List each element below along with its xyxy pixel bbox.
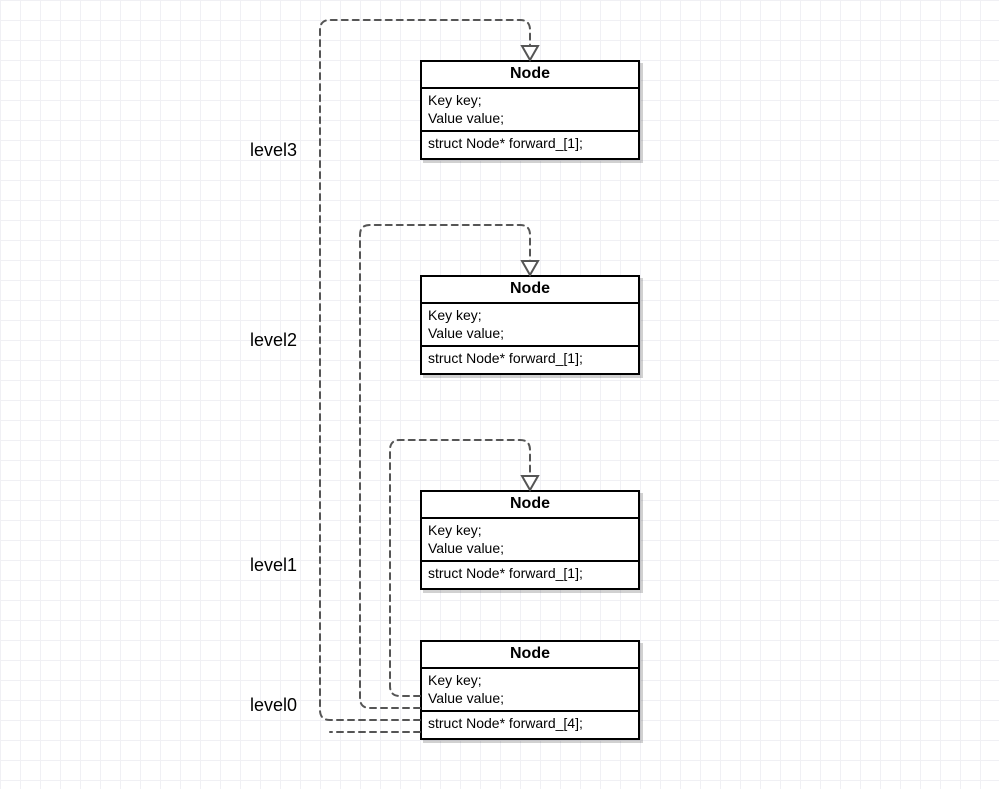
uml-ops: struct Node* forward_[1]; xyxy=(422,562,638,588)
arrowhead-node3 xyxy=(522,46,538,60)
uml-title: Node xyxy=(422,277,638,304)
uml-title: Node xyxy=(422,492,638,519)
uml-title: Node xyxy=(422,62,638,89)
label-level2: level2 xyxy=(250,330,297,351)
uml-attr2: Value value; xyxy=(428,325,632,343)
label-level1: level1 xyxy=(250,555,297,576)
uml-attrs: Key key; Value value; xyxy=(422,519,638,562)
uml-attrs: Key key; Value value; xyxy=(422,304,638,347)
uml-attr1: Key key; xyxy=(428,672,632,690)
uml-attr1: Key key; xyxy=(428,307,632,325)
uml-node-level0: Node Key key; Value value; struct Node* … xyxy=(420,640,640,740)
uml-node-level1: Node Key key; Value value; struct Node* … xyxy=(420,490,640,590)
uml-title: Node xyxy=(422,642,638,669)
label-level0: level0 xyxy=(250,695,297,716)
uml-op1: struct Node* forward_[4]; xyxy=(428,715,632,733)
uml-node-level3: Node Key key; Value value; struct Node* … xyxy=(420,60,640,160)
uml-attr1: Key key; xyxy=(428,522,632,540)
uml-attr2: Value value; xyxy=(428,110,632,128)
label-level3: level3 xyxy=(250,140,297,161)
arrowhead-node1 xyxy=(522,476,538,490)
arrowhead-node2 xyxy=(522,261,538,275)
uml-ops: struct Node* forward_[1]; xyxy=(422,132,638,158)
uml-op1: struct Node* forward_[1]; xyxy=(428,350,632,368)
uml-attr2: Value value; xyxy=(428,540,632,558)
uml-attrs: Key key; Value value; xyxy=(422,669,638,712)
uml-attr2: Value value; xyxy=(428,690,632,708)
uml-ops: struct Node* forward_[1]; xyxy=(422,347,638,373)
uml-node-level2: Node Key key; Value value; struct Node* … xyxy=(420,275,640,375)
uml-attrs: Key key; Value value; xyxy=(422,89,638,132)
uml-op1: struct Node* forward_[1]; xyxy=(428,565,632,583)
uml-op1: struct Node* forward_[1]; xyxy=(428,135,632,153)
uml-attr1: Key key; xyxy=(428,92,632,110)
diagram-stage: level3 level2 level1 level0 Node Key key… xyxy=(0,0,999,789)
uml-ops: struct Node* forward_[4]; xyxy=(422,712,638,738)
